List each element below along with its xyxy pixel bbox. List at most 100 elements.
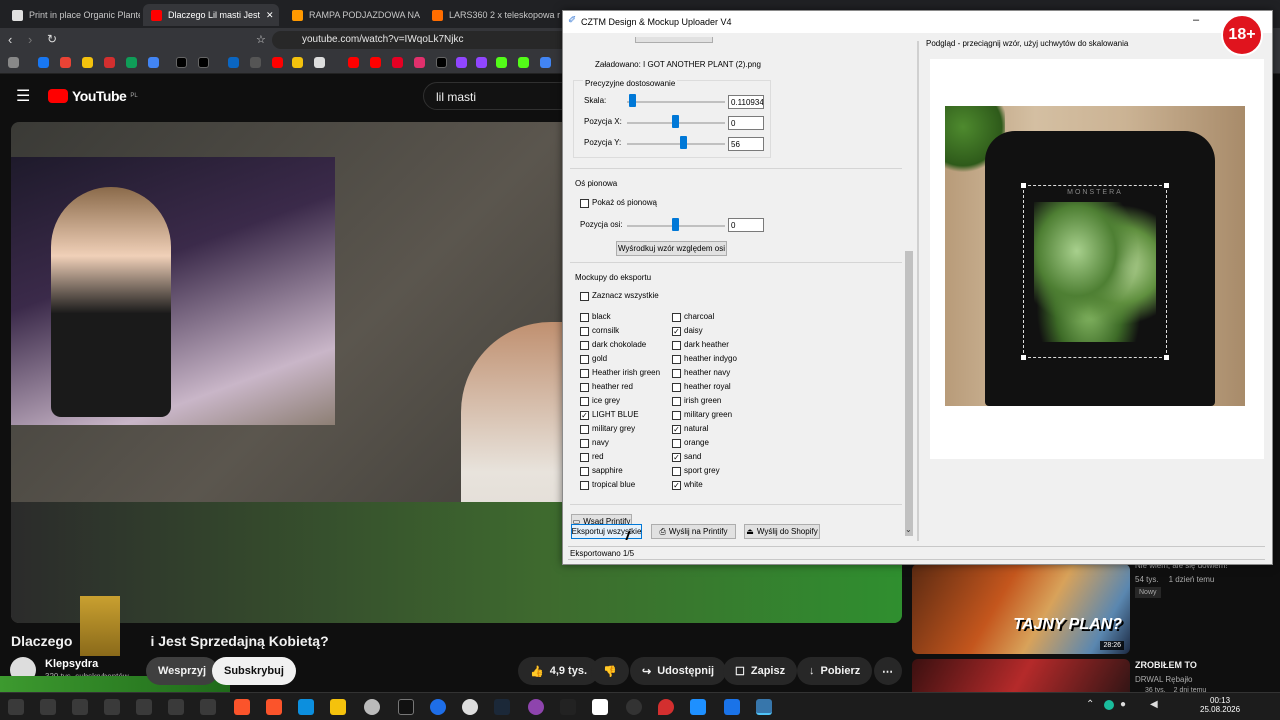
bookmark-icon[interactable] <box>292 57 303 68</box>
system-clock[interactable]: 00:13 25.08.2026 <box>1200 696 1240 714</box>
taskbar-icon[interactable] <box>104 699 120 715</box>
youtube-logo[interactable]: YouTube PL <box>48 88 138 104</box>
app-icon[interactable] <box>528 699 544 715</box>
tray-icon[interactable] <box>1104 700 1114 710</box>
mockup-color-checkbox[interactable] <box>580 467 589 476</box>
python-icon[interactable] <box>756 699 772 715</box>
save-button[interactable]: ☐ Zapisz <box>723 657 798 685</box>
send-shopify-button[interactable]: ⏏ Wyślij do Shopify <box>744 524 820 539</box>
mockup-color-checkbox[interactable] <box>580 439 589 448</box>
terminal-icon[interactable] <box>560 699 576 715</box>
bookmark-icon[interactable] <box>314 57 325 68</box>
steam-icon[interactable] <box>494 699 510 715</box>
mockup-color-checkbox[interactable] <box>672 313 681 322</box>
facebook-icon[interactable] <box>38 57 49 68</box>
x-icon[interactable] <box>436 57 447 68</box>
scrollbar-thumb[interactable] <box>905 251 913 536</box>
recommended-thumbnail[interactable]: TAJNY PLAN? 28:26 <box>912 564 1130 654</box>
channel-name[interactable]: Klepsydra <box>45 658 98 670</box>
mockup-color-checkbox[interactable] <box>580 355 589 364</box>
like-button[interactable]: 👍 4,9 tys. <box>518 657 600 685</box>
subscribe-button[interactable]: Subskrybuj <box>212 657 296 685</box>
app-icon[interactable] <box>430 699 446 715</box>
youtube-icon[interactable] <box>348 57 359 68</box>
position-y-slider[interactable] <box>680 136 687 149</box>
recommended-title[interactable]: ZROBIŁEM TO <box>1135 660 1197 670</box>
mockup-color-checkbox[interactable] <box>672 467 681 476</box>
bookmark-icon[interactable] <box>148 57 159 68</box>
taskbar-icon[interactable] <box>72 699 88 715</box>
design-selection-box[interactable]: MONSTERA <box>1021 183 1169 360</box>
microphone-icon[interactable]: ● <box>1120 699 1126 710</box>
obs-icon[interactable] <box>462 699 478 715</box>
kick-icon[interactable] <box>518 57 529 68</box>
twitch-icon[interactable] <box>456 57 467 68</box>
center-design-button[interactable]: Wyśrodkuj wzór względem osi <box>616 241 727 256</box>
kick-icon[interactable] <box>496 57 507 68</box>
taskbar-icon[interactable] <box>8 699 24 715</box>
epic-games-icon[interactable] <box>398 699 414 715</box>
speaker-icon[interactable]: ◀ <box>1150 699 1158 710</box>
mockup-color-checkbox[interactable]: ✓ <box>672 425 681 434</box>
instagram-icon[interactable] <box>414 57 425 68</box>
gmail-icon[interactable] <box>60 57 71 68</box>
position-x-input[interactable]: 0 <box>728 116 764 130</box>
maps-pin-icon[interactable] <box>658 699 674 715</box>
mockup-color-checkbox[interactable] <box>672 411 681 420</box>
mockup-color-checkbox[interactable] <box>580 313 589 322</box>
mockup-color-checkbox[interactable] <box>672 369 681 378</box>
mockup-color-checkbox[interactable] <box>580 369 589 378</box>
mockup-color-checkbox[interactable] <box>672 439 681 448</box>
pinterest-icon[interactable] <box>392 57 403 68</box>
search-input[interactable]: lil masti <box>423 82 563 110</box>
axis-position-input[interactable]: 0 <box>728 218 764 232</box>
reload-icon[interactable]: ↻ <box>47 32 57 46</box>
app-icon[interactable] <box>626 699 642 715</box>
taskbar-icon[interactable] <box>200 699 216 715</box>
youtube-icon[interactable] <box>272 57 283 68</box>
more-options-button[interactable]: ⋯ <box>874 657 902 685</box>
download-button[interactable]: ↓ Pobierz <box>797 657 873 685</box>
edge-icon[interactable] <box>298 699 314 715</box>
select-all-checkbox[interactable] <box>580 292 589 301</box>
mockup-color-checkbox[interactable]: ✓ <box>672 453 681 462</box>
menu-icon[interactable]: ☰ <box>16 86 30 106</box>
support-button[interactable]: Wesprzyj <box>146 657 219 685</box>
bookmark-icon[interactable] <box>104 57 115 68</box>
mockup-color-checkbox[interactable] <box>580 327 589 336</box>
url-field[interactable]: youtube.com/watch?v=IWqoLk7Njkc <box>272 31 572 49</box>
axis-position-slider[interactable] <box>672 218 679 231</box>
resize-handle[interactable] <box>1021 355 1026 360</box>
back-icon[interactable]: ‹ <box>8 32 12 47</box>
app-icon[interactable] <box>690 699 706 715</box>
window-titlebar[interactable]: ✐ CZTM Design & Mockup Uploader V4 – <box>563 11 1272 33</box>
file-explorer-icon[interactable] <box>330 699 346 715</box>
forward-icon[interactable]: › <box>28 32 32 47</box>
x-icon[interactable] <box>176 57 187 68</box>
tab-rampa[interactable]: RAMPA PODJAZDOWA NAJAZ <box>284 4 420 26</box>
mockup-color-checkbox[interactable] <box>580 383 589 392</box>
notion-icon[interactable] <box>592 699 608 715</box>
scale-input[interactable]: 0.110934 <box>728 95 764 109</box>
taskbar-icon[interactable] <box>168 699 184 715</box>
bookmark-icon[interactable] <box>126 57 137 68</box>
mockup-color-checkbox[interactable] <box>580 481 589 490</box>
taskbar-icon[interactable] <box>40 699 56 715</box>
youtube-icon[interactable] <box>370 57 381 68</box>
mockup-color-checkbox[interactable] <box>672 397 681 406</box>
mockup-color-checkbox[interactable] <box>672 383 681 392</box>
resize-handle[interactable] <box>1021 183 1026 188</box>
tray-chevron-icon[interactable]: ⌃ <box>1086 699 1094 710</box>
brave-icon[interactable] <box>234 699 250 715</box>
mockup-color-checkbox[interactable] <box>580 453 589 462</box>
mockup-color-checkbox[interactable] <box>672 355 681 364</box>
dislike-button[interactable]: 👎 <box>591 657 629 685</box>
mockup-color-checkbox[interactable] <box>580 425 589 434</box>
bookmark-icon[interactable] <box>82 57 93 68</box>
mockup-color-checkbox[interactable] <box>580 397 589 406</box>
twitch-icon[interactable] <box>476 57 487 68</box>
scroll-down-icon[interactable]: ⌄ <box>905 525 912 534</box>
send-printify-button[interactable]: ⎙ Wyślij na Printify <box>651 524 736 539</box>
resize-handle[interactable] <box>1164 183 1169 188</box>
x-icon[interactable] <box>198 57 209 68</box>
